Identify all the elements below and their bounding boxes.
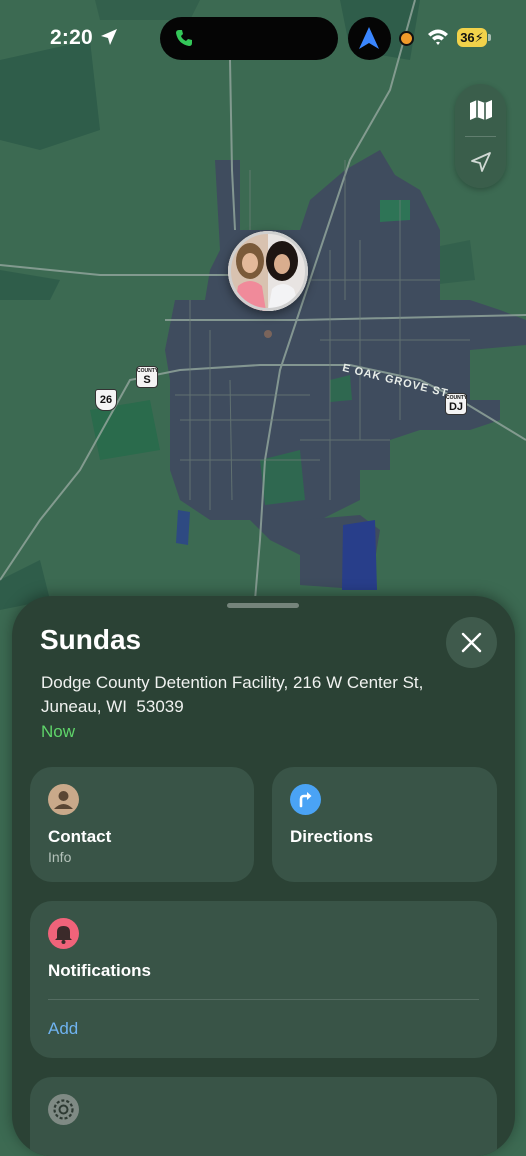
person-avatar-pin[interactable] — [228, 231, 308, 311]
person-address: Dodge County Detention Facility, 216 W C… — [41, 671, 471, 719]
recording-indicator — [401, 33, 412, 44]
status-bar: 2:20 36⚡ — [0, 0, 526, 80]
status-time: 2:20 — [50, 26, 93, 49]
contact-sublabel: Info — [48, 849, 72, 865]
highway-26-shield: 26 — [95, 389, 117, 411]
add-notification-button[interactable]: Add — [48, 1019, 78, 1039]
close-icon — [461, 632, 482, 653]
contact-icon — [48, 784, 79, 815]
address-line-2: Juneau, WI 53039 — [41, 697, 184, 716]
charging-bolt-icon: ⚡ — [474, 30, 484, 45]
phone-call-icon — [176, 30, 192, 46]
directions-icon — [290, 784, 321, 815]
navigation-arrow-icon — [359, 27, 379, 49]
battery-indicator: 36⚡ — [457, 28, 487, 47]
map-mode-button[interactable] — [455, 84, 506, 136]
avatar-photo — [228, 231, 308, 311]
contact-label: Contact — [48, 827, 112, 846]
bell-icon — [48, 918, 79, 949]
address-line-1: Dodge County Detention Facility, 216 W C… — [41, 673, 424, 692]
map-controls — [455, 84, 506, 188]
dynamic-island[interactable] — [160, 17, 338, 60]
battery-level: 36 — [460, 30, 475, 45]
location-arrow-icon — [470, 152, 491, 172]
pin-location-dot — [264, 330, 272, 338]
directions-card[interactable]: Directions — [272, 767, 497, 882]
gear-icon — [48, 1094, 79, 1125]
contact-card[interactable]: Contact Info — [30, 767, 254, 882]
county-s-shield: COUNTY S — [136, 366, 159, 388]
directions-label: Directions — [290, 827, 374, 846]
county-dj-shield: COUNTY DJ — [445, 393, 468, 415]
battery-cap — [488, 34, 491, 41]
locate-me-button[interactable] — [455, 136, 506, 188]
notifications-card: Notifications Add — [30, 901, 497, 1058]
sheet-grabber[interactable] — [227, 603, 299, 608]
wifi-icon — [428, 29, 448, 45]
navigation-indicator[interactable] — [348, 17, 391, 60]
person-detail-sheet[interactable]: Sundas Dodge County Detention Facility, … — [12, 596, 515, 1156]
settings-card[interactable] — [30, 1077, 497, 1156]
location-updated: Now — [41, 722, 76, 741]
person-name: Sundas — [40, 624, 142, 655]
map-icon — [469, 100, 492, 120]
notifications-title: Notifications — [48, 961, 151, 980]
notifications-divider — [48, 999, 479, 1000]
close-button[interactable] — [446, 617, 497, 668]
location-services-icon — [101, 29, 117, 45]
